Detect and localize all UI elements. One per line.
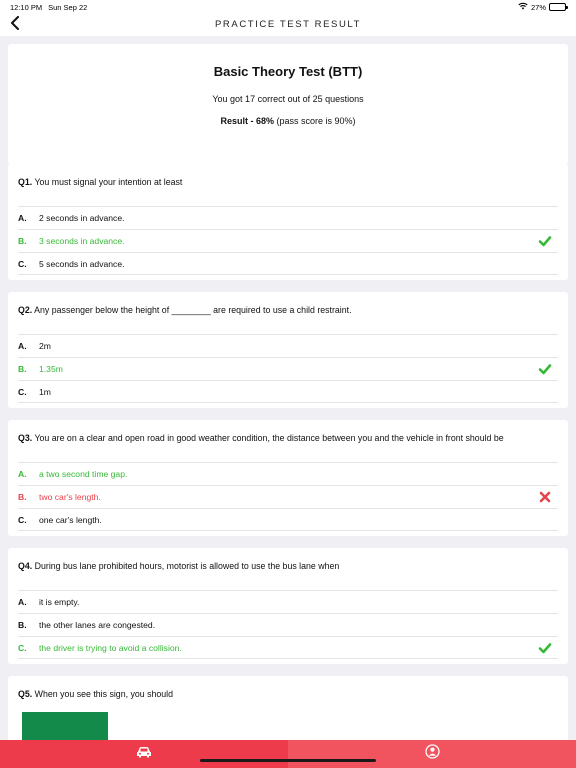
option-a[interactable]: A. it is empty. bbox=[18, 590, 558, 613]
option-letter: A. bbox=[18, 469, 27, 479]
score-line: You got 17 correct out of 25 questions bbox=[212, 94, 364, 104]
option-a[interactable]: A. a two second time gap. bbox=[18, 462, 558, 485]
result-content[interactable]: Basic Theory Test (BTT) You got 17 corre… bbox=[0, 36, 576, 740]
road-sign-image bbox=[22, 712, 108, 740]
question-text: Q5. When you see this sign, you should bbox=[18, 688, 558, 700]
option-text: one car's length. bbox=[39, 515, 102, 525]
nav-bar: PRACTICE TEST RESULT bbox=[0, 14, 576, 36]
option-a[interactable]: A. 2 seconds in advance. bbox=[18, 206, 558, 229]
option-text: 1.35m bbox=[39, 364, 63, 374]
option-text: it is empty. bbox=[39, 597, 80, 607]
home-indicator bbox=[200, 759, 376, 762]
question-text: Q4. During bus lane prohibited hours, mo… bbox=[18, 560, 558, 572]
option-text: 2 seconds in advance. bbox=[39, 213, 125, 223]
checkmark-icon bbox=[538, 234, 552, 248]
question-card-q5: Q5. When you see this sign, you should bbox=[8, 676, 568, 740]
option-letter: B. bbox=[18, 492, 27, 502]
option-b[interactable]: B. two car's length. bbox=[18, 485, 558, 508]
question-text: Q2. Any passenger below the height of __… bbox=[18, 304, 558, 316]
cross-icon bbox=[538, 490, 552, 504]
option-letter: A. bbox=[18, 597, 27, 607]
question-card-q4: Q4. During bus lane prohibited hours, mo… bbox=[8, 548, 568, 664]
question-number: Q5. bbox=[18, 689, 33, 699]
question-card-q2: Q2. Any passenger below the height of __… bbox=[8, 292, 568, 408]
result-label: Result - 68% bbox=[220, 116, 274, 126]
checkmark-icon bbox=[538, 362, 552, 376]
status-date: Sun Sep 22 bbox=[48, 3, 88, 12]
question-number: Q4. bbox=[18, 561, 33, 571]
question-number: Q1. bbox=[18, 177, 33, 187]
option-text: the other lanes are congested. bbox=[39, 620, 156, 630]
option-letter: B. bbox=[18, 620, 27, 630]
test-title: Basic Theory Test (BTT) bbox=[213, 64, 363, 79]
option-c[interactable]: C. the driver is trying to avoid a collis… bbox=[18, 636, 558, 659]
person-icon bbox=[424, 744, 440, 764]
question-body: When you see this sign, you should bbox=[34, 689, 174, 699]
option-text: the driver is trying to avoid a collisio… bbox=[39, 643, 182, 653]
option-text: 2m bbox=[39, 341, 51, 351]
question-body: You must signal your intention at least bbox=[34, 177, 183, 187]
summary-card: Basic Theory Test (BTT) You got 17 corre… bbox=[8, 44, 568, 165]
tab-practice[interactable] bbox=[0, 740, 288, 768]
question-number: Q2. bbox=[18, 305, 33, 315]
option-b[interactable]: B. 1.35m bbox=[18, 357, 558, 380]
question-card-q1: Q1. You must signal your intention at le… bbox=[8, 164, 568, 280]
tab-profile[interactable] bbox=[288, 740, 576, 768]
checkmark-icon bbox=[538, 641, 552, 655]
option-text: 5 seconds in advance. bbox=[39, 259, 125, 269]
question-body: During bus lane prohibited hours, motori… bbox=[34, 561, 340, 571]
option-text: two car's length. bbox=[39, 492, 101, 502]
wifi-icon bbox=[518, 2, 528, 12]
status-time: 12:10 PM bbox=[10, 3, 43, 12]
result-line: Result - 68% (pass score is 90%) bbox=[8, 116, 568, 126]
option-c[interactable]: C. 5 seconds in advance. bbox=[18, 252, 558, 275]
option-text: a two second time gap. bbox=[39, 469, 128, 479]
option-letter: B. bbox=[18, 236, 27, 246]
status-left: 12:10 PM Sun Sep 22 bbox=[10, 3, 87, 12]
page-title: PRACTICE TEST RESULT bbox=[214, 19, 362, 30]
question-number: Q3. bbox=[18, 433, 33, 443]
option-letter: C. bbox=[18, 643, 27, 653]
option-b[interactable]: B. the other lanes are congested. bbox=[18, 613, 558, 636]
pass-note: (pass score is 90%) bbox=[276, 116, 356, 126]
option-letter: A. bbox=[18, 213, 27, 223]
option-letter: C. bbox=[18, 387, 27, 397]
option-text: 1m bbox=[39, 387, 51, 397]
option-b[interactable]: B. 3 seconds in advance. bbox=[18, 229, 558, 252]
option-a[interactable]: A. 2m bbox=[18, 334, 558, 357]
option-c[interactable]: C. one car's length. bbox=[18, 508, 558, 531]
tab-bar bbox=[0, 740, 576, 768]
option-letter: C. bbox=[18, 259, 27, 269]
option-c[interactable]: C. 1m bbox=[18, 380, 558, 403]
question-body: Any passenger below the height of ______… bbox=[34, 305, 352, 315]
option-letter: C. bbox=[18, 515, 27, 525]
status-bar: 12:10 PM Sun Sep 22 27% bbox=[0, 0, 576, 14]
battery-icon bbox=[549, 3, 568, 11]
question-card-q3: Q3. You are on a clear and open road in … bbox=[8, 420, 568, 536]
option-letter: A. bbox=[18, 341, 27, 351]
status-right: 27% bbox=[518, 2, 568, 12]
battery-percent: 27% bbox=[530, 2, 546, 12]
option-text: 3 seconds in advance. bbox=[39, 236, 125, 246]
question-text: Q1. You must signal your intention at le… bbox=[18, 176, 558, 188]
option-letter: B. bbox=[18, 364, 27, 374]
question-text: Q3. You are on a clear and open road in … bbox=[18, 432, 558, 444]
car-icon bbox=[136, 745, 152, 763]
question-body: You are on a clear and open road in good… bbox=[34, 433, 504, 443]
